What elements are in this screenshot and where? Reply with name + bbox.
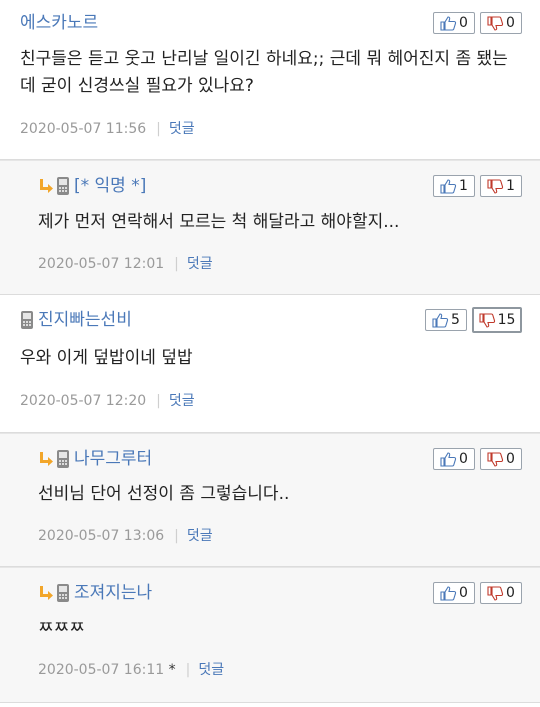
comment-header: 조져지는나 [38,580,152,606]
downvote-button[interactable]: 15 [472,307,522,333]
thumbs-up-icon [440,585,457,601]
thumbs-down-icon [487,15,504,31]
reply-arrow-icon [40,586,53,600]
comment-item: 나무그루터 0 0 선비님 단어 선정이 좀 그렇습니다.. 2020-05-0… [0,433,540,567]
reply-link[interactable]: 덧글 [187,528,213,544]
comment-header: 나무그루터 [38,446,152,472]
comment-list: 에스카노르 0 0 친구들은 듣고 웃고 난리날 일이긴 하네요;; 근데 뭐 … [0,0,540,703]
vote-buttons: 5 15 [425,307,522,333]
meta-separator: | [174,528,179,544]
reply-link[interactable]: 덧글 [198,662,224,678]
thumbs-up-icon [440,451,457,467]
reply-link[interactable]: 덧글 [187,256,213,272]
thumbs-up-icon [432,312,449,328]
upvote-button[interactable]: 0 [433,448,475,470]
mobile-phone-icon [57,584,69,602]
thumbs-down-icon [487,451,504,467]
meta-separator: | [156,121,161,137]
downvote-count: 15 [497,312,516,328]
upvote-button[interactable]: 0 [433,12,475,34]
upvote-count: 0 [459,585,468,601]
comment-meta: 2020-05-07 12:20 | 덧글 [20,391,195,411]
vote-buttons: 0 0 [433,448,522,470]
comment-author[interactable]: 나무그루터 [74,447,152,471]
comment-text: 선비님 단어 선정이 좀 그렇습니다.. [38,484,290,504]
meta-separator: | [156,393,161,409]
reply-arrow-icon [40,452,53,466]
comment-timestamp: 2020-05-07 12:20 [20,393,147,409]
thumbs-down-icon [479,312,495,328]
comment-timestamp: 2020-05-07 16:11 [38,662,165,678]
thumbs-down-icon [487,178,504,194]
mobile-phone-icon [57,450,69,468]
downvote-button[interactable]: 1 [480,175,522,197]
upvote-button[interactable]: 1 [433,175,475,197]
vote-buttons: 0 0 [433,582,522,604]
downvote-button[interactable]: 0 [480,582,522,604]
thumbs-down-icon [487,585,504,601]
mobile-phone-icon [57,177,69,195]
comment-text: 우와 이게 덮밥이네 덮밥 [20,348,193,368]
comment-author[interactable]: 에스카노르 [20,11,98,35]
reply-link[interactable]: 덧글 [169,393,195,409]
comment-author[interactable]: [* 익명 *] [74,174,146,198]
meta-separator: | [185,662,191,678]
thumbs-up-icon [440,15,457,31]
comment-text: ㅉㅉㅉ [38,618,85,638]
comment-text: 제가 먼저 연락해서 모르는 척 해달라고 해야할지... [38,212,400,232]
thumbs-up-icon [440,178,457,194]
downvote-count: 0 [506,15,515,31]
downvote-count: 1 [506,178,515,194]
comment-marker: * [168,662,176,678]
comment-author[interactable]: 진지빠는선비 [38,308,132,332]
meta-separator: | [174,256,179,272]
upvote-count: 0 [459,451,468,467]
comment-timestamp: 2020-05-07 13:06 [38,528,165,544]
comment-header: [* 익명 *] [38,173,146,199]
comment-item: 조져지는나 0 0 ㅉㅉㅉ 2020-05-07 16:11 * | 덧글 [0,567,540,703]
comment-author[interactable]: 조져지는나 [74,581,152,605]
comment-text: 친구들은 듣고 웃고 난리날 일이긴 하네요;; 근데 뭐 헤어진지 좀 됐는데… [20,49,508,96]
upvote-count: 1 [459,178,468,194]
upvote-count: 0 [459,15,468,31]
comment-meta: 2020-05-07 16:11 * | 덧글 [38,660,224,680]
comment-header: 진지빠는선비 [20,307,132,333]
reply-arrow-icon [40,179,53,193]
comment-header: 에스카노르 [20,10,98,36]
comment-item: 에스카노르 0 0 친구들은 듣고 웃고 난리날 일이긴 하네요;; 근데 뭐 … [0,0,540,160]
comment-timestamp: 2020-05-07 12:01 [38,256,165,272]
comment-meta: 2020-05-07 11:56 | 덧글 [20,119,195,139]
comment-meta: 2020-05-07 13:06 | 덧글 [38,526,213,546]
comment-item: [* 익명 *] 1 1 제가 먼저 연락해서 모르는 척 해달라고 해야할지.… [0,160,540,295]
downvote-count: 0 [506,585,515,601]
downvote-button[interactable]: 0 [480,448,522,470]
mobile-phone-icon [21,311,33,329]
upvote-button[interactable]: 0 [433,582,475,604]
comment-meta: 2020-05-07 12:01 | 덧글 [38,254,213,274]
upvote-button[interactable]: 5 [425,309,467,331]
downvote-count: 0 [506,451,515,467]
comment-timestamp: 2020-05-07 11:56 [20,121,147,137]
vote-buttons: 0 0 [433,12,522,34]
reply-link[interactable]: 덧글 [169,121,195,137]
comment-item: 진지빠는선비 5 15 우와 이게 덮밥이네 덮밥 2020-05-07 12:… [0,295,540,433]
upvote-count: 5 [451,312,460,328]
vote-buttons: 1 1 [433,175,522,197]
downvote-button[interactable]: 0 [480,12,522,34]
